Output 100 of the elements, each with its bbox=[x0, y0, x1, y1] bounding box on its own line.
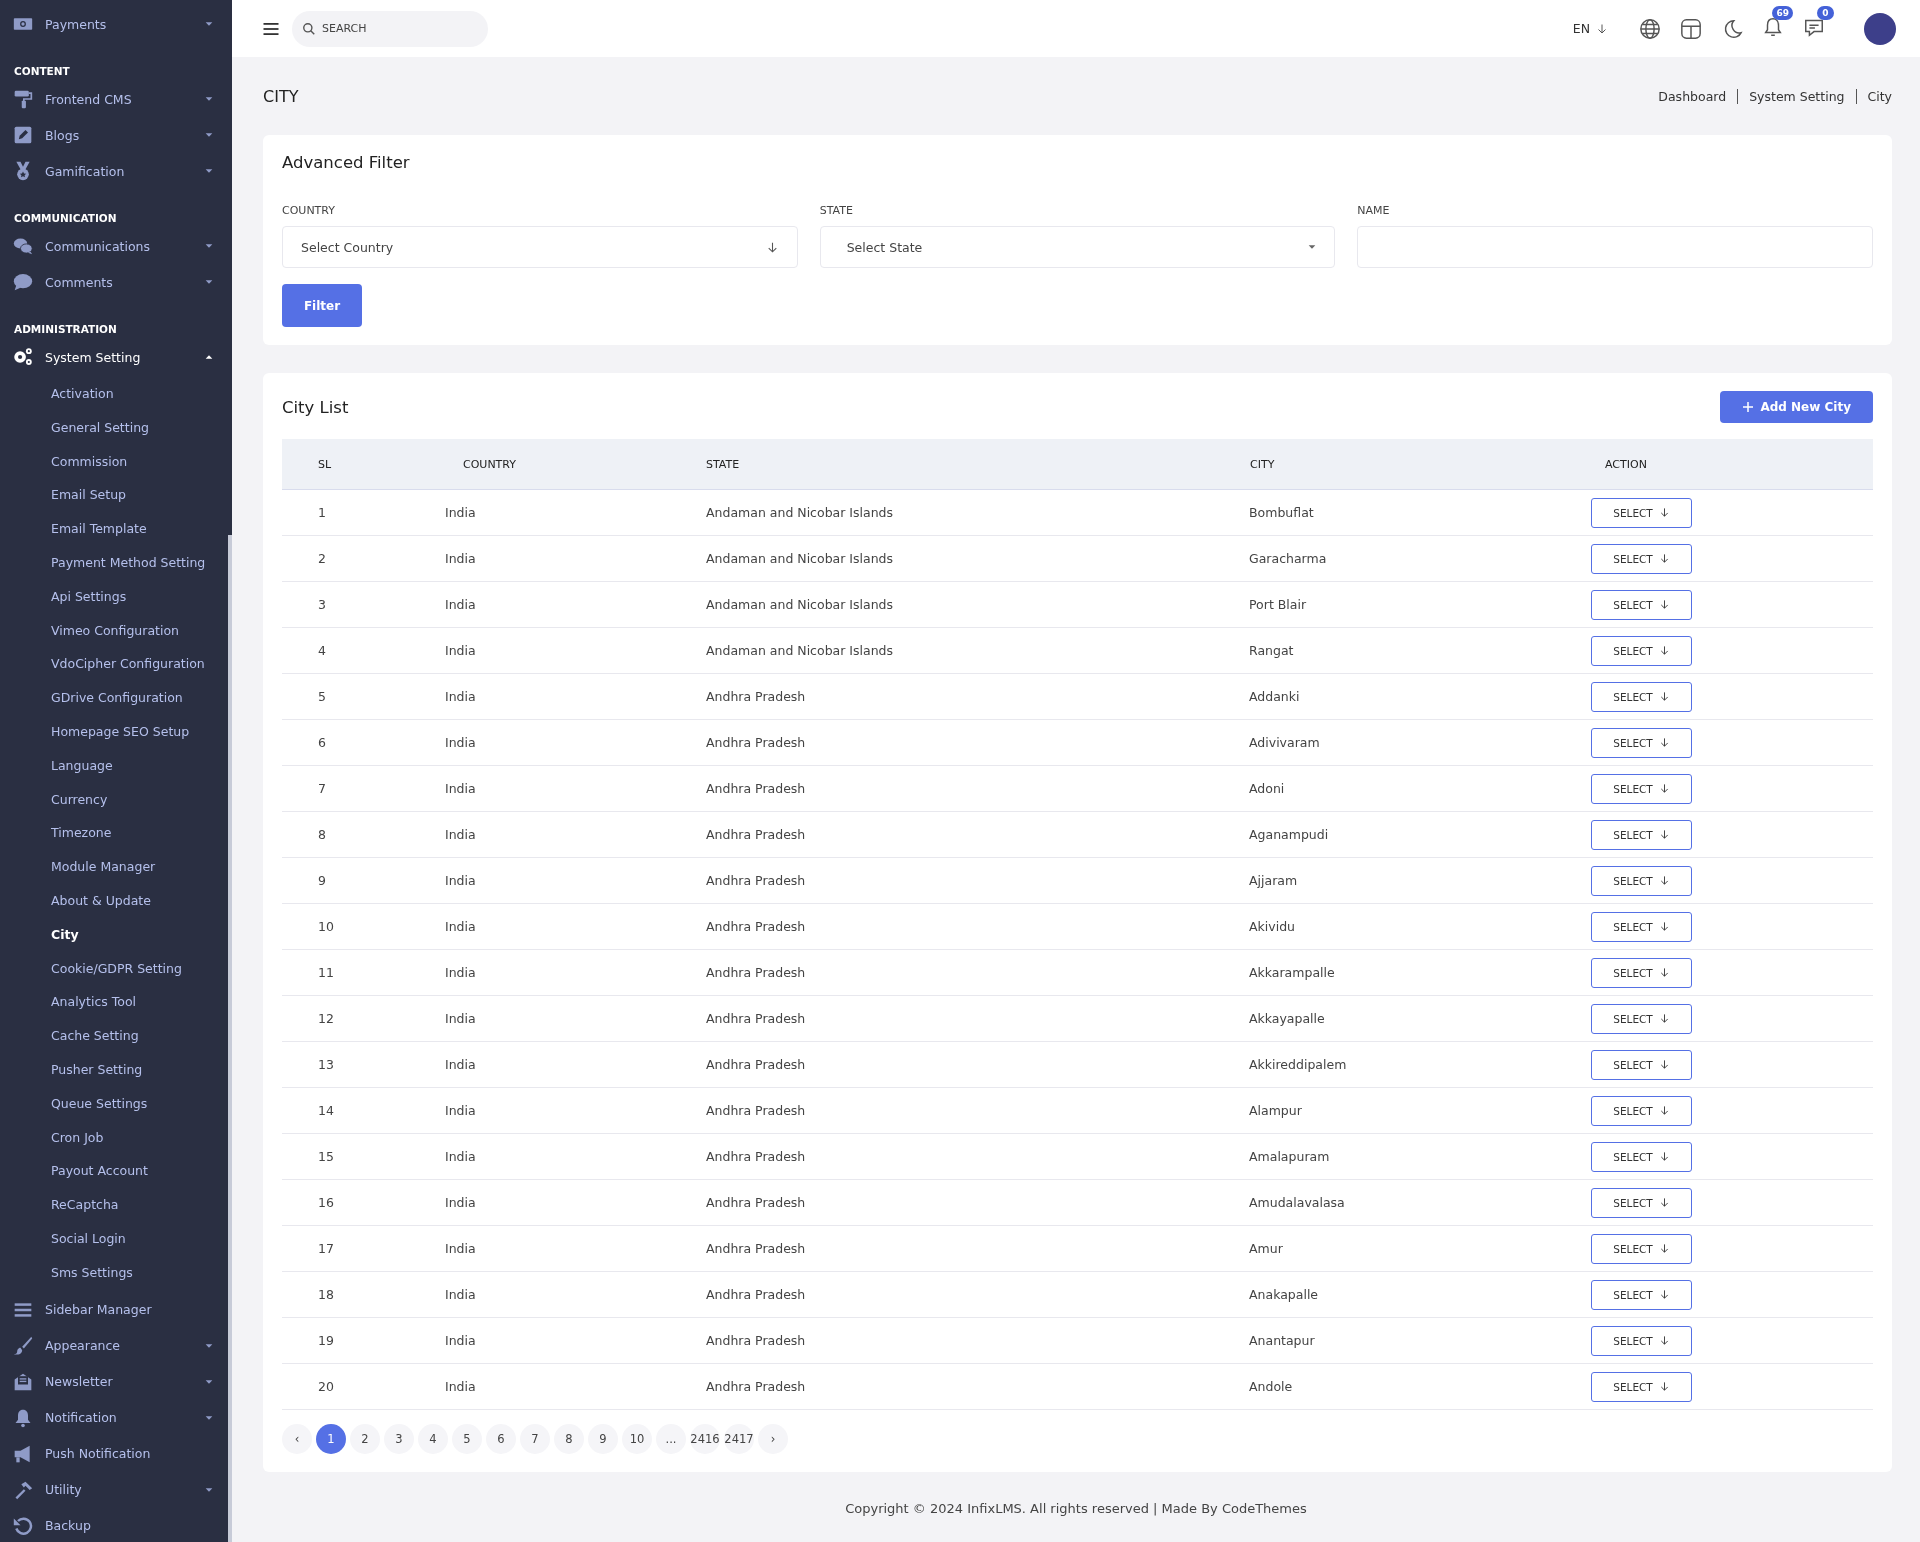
table-cell: 3 bbox=[282, 581, 445, 628]
breadcrumb-link[interactable]: Dashboard bbox=[1647, 88, 1738, 104]
next-page-button[interactable]: › bbox=[758, 1424, 788, 1454]
language-selector[interactable]: EN bbox=[1572, 21, 1608, 36]
select-button[interactable]: SELECT bbox=[1591, 1003, 1692, 1034]
avatar[interactable] bbox=[1864, 12, 1896, 45]
select-button[interactable]: SELECT bbox=[1591, 589, 1692, 620]
scrollbar-thumb[interactable] bbox=[228, 535, 232, 1542]
table-cell: Adoni bbox=[1249, 765, 1591, 812]
search-icon bbox=[302, 21, 316, 36]
select-button[interactable]: SELECT bbox=[1591, 865, 1692, 896]
submenu-item[interactable]: Pusher Setting bbox=[0, 1052, 232, 1087]
search-field[interactable]: SEARCH bbox=[292, 10, 488, 47]
select-button[interactable]: SELECT bbox=[1591, 773, 1692, 804]
bell-icon[interactable] bbox=[1762, 15, 1784, 38]
submenu-item[interactable]: Homepage SEO Setup bbox=[0, 714, 232, 749]
sidebar-item[interactable]: Appearance bbox=[0, 1327, 232, 1364]
select-button[interactable]: SELECT bbox=[1591, 681, 1692, 712]
select-button[interactable]: SELECT bbox=[1591, 1233, 1692, 1264]
submenu-item[interactable]: VdoCipher Configuration bbox=[0, 647, 232, 682]
field-label: COUNTRY bbox=[282, 204, 336, 217]
section-heading: ADMINISTRATION bbox=[13, 322, 118, 337]
sidebar-item[interactable]: Utility bbox=[0, 1471, 232, 1508]
page-button[interactable]: 8 bbox=[554, 1424, 584, 1454]
sidebar-item[interactable]: Newsletter bbox=[0, 1363, 232, 1400]
page-button[interactable]: 1 bbox=[316, 1424, 346, 1454]
select-button[interactable]: SELECT bbox=[1591, 1187, 1692, 1218]
select-button[interactable]: SELECT bbox=[1591, 1325, 1692, 1356]
table-cell: Andole bbox=[1249, 1363, 1591, 1410]
submenu-item[interactable]: Analytics Tool bbox=[0, 985, 232, 1020]
submenu-item[interactable]: Commission bbox=[0, 444, 232, 479]
select-button[interactable]: SELECT bbox=[1591, 1371, 1692, 1402]
table-cell: Andhra Pradesh bbox=[706, 995, 1249, 1042]
submenu-item[interactable]: General Setting bbox=[0, 410, 232, 445]
globe-icon[interactable] bbox=[1639, 17, 1661, 40]
submenu-item[interactable]: Api Settings bbox=[0, 579, 232, 614]
submenu-item[interactable]: Email Template bbox=[0, 512, 232, 546]
submenu-item[interactable]: Cookie/GDPR Setting bbox=[0, 951, 232, 986]
sidebar-item[interactable]: Sidebar Manager bbox=[0, 1291, 232, 1328]
previous-page-button[interactable]: ‹ bbox=[282, 1424, 312, 1454]
page-button[interactable]: 2417 bbox=[724, 1424, 754, 1454]
sidebar-item[interactable]: Push Notification bbox=[0, 1435, 232, 1472]
breadcrumb-link[interactable]: System Setting bbox=[1737, 88, 1856, 104]
select-button[interactable]: SELECT bbox=[1591, 635, 1692, 666]
sidebar-item[interactable]: Notification bbox=[0, 1399, 232, 1436]
submenu-item[interactable]: GDrive Configuration bbox=[0, 681, 232, 715]
page-button[interactable]: ... bbox=[656, 1424, 686, 1454]
page-button[interactable]: 4 bbox=[418, 1424, 448, 1454]
submenu-item[interactable]: Currency bbox=[0, 782, 232, 817]
table-cell: India bbox=[445, 811, 706, 858]
sidebar-item[interactable]: Gamification bbox=[0, 153, 232, 189]
page-button[interactable]: 3 bbox=[384, 1424, 414, 1454]
submenu-item[interactable]: Sms Settings bbox=[0, 1255, 232, 1290]
select-button[interactable]: SELECT bbox=[1591, 819, 1692, 850]
submenu-item[interactable]: Timezone bbox=[0, 816, 232, 851]
layout-icon[interactable] bbox=[1680, 17, 1702, 40]
submenu-item[interactable]: Activation bbox=[0, 377, 232, 411]
select-button[interactable]: SELECT bbox=[1591, 1279, 1692, 1310]
submenu-item[interactable]: Module Manager bbox=[0, 850, 232, 884]
select-button[interactable]: SELECT bbox=[1591, 1141, 1692, 1172]
table-cell: Andhra Pradesh bbox=[706, 903, 1249, 950]
filter-button[interactable]: Filter bbox=[282, 284, 362, 327]
sidebar-item[interactable]: Blogs bbox=[0, 117, 232, 153]
page-button[interactable]: 7 bbox=[520, 1424, 550, 1454]
state-dropdown[interactable]: Select State bbox=[819, 226, 1336, 268]
page-button[interactable]: 2 bbox=[350, 1424, 380, 1454]
select-button[interactable]: SELECT bbox=[1591, 1095, 1692, 1126]
submenu-item[interactable]: Payment Method Setting bbox=[0, 546, 232, 580]
submenu-item[interactable]: Payout Account bbox=[0, 1154, 232, 1189]
submenu-item[interactable]: Email Setup bbox=[0, 478, 232, 513]
sidebar-item[interactable]: Frontend CMS bbox=[0, 81, 232, 117]
select-button[interactable]: SELECT bbox=[1591, 543, 1692, 574]
select-button[interactable]: SELECT bbox=[1591, 727, 1692, 758]
select-button[interactable]: SELECT bbox=[1591, 911, 1692, 942]
sidebar-item[interactable]: System Setting bbox=[0, 339, 232, 375]
submenu-item[interactable]: About & Update bbox=[0, 883, 232, 918]
submenu-item[interactable]: Social Login bbox=[0, 1221, 232, 1256]
submenu-item[interactable]: Cache Setting bbox=[0, 1019, 232, 1053]
sidebar-item[interactable]: Payments bbox=[0, 6, 232, 42]
table-cell: India bbox=[445, 1271, 706, 1318]
page-button[interactable]: 6 bbox=[486, 1424, 516, 1454]
sidebar-item[interactable]: Communications bbox=[0, 228, 232, 264]
submenu-item[interactable]: Language bbox=[0, 748, 232, 783]
breadcrumb-link[interactable]: City bbox=[1855, 88, 1892, 104]
select-button[interactable]: SELECT bbox=[1591, 1049, 1692, 1080]
select-button[interactable]: SELECT bbox=[1591, 497, 1692, 528]
add-new-city-button[interactable]: Add New City bbox=[1720, 391, 1873, 423]
page-button[interactable]: 9 bbox=[588, 1424, 618, 1454]
select-button[interactable]: SELECT bbox=[1591, 957, 1692, 988]
submenu-item[interactable]: ReCaptcha bbox=[0, 1188, 232, 1222]
sidebar-item[interactable]: Backup bbox=[0, 1507, 232, 1542]
page-button[interactable]: 2416 bbox=[690, 1424, 720, 1454]
page-button[interactable]: 5 bbox=[452, 1424, 482, 1454]
submenu-item[interactable]: Cron Job bbox=[0, 1120, 232, 1155]
page-button[interactable]: 10 bbox=[622, 1424, 652, 1454]
submenu-item[interactable]: City bbox=[0, 917, 232, 952]
submenu-item[interactable]: Vimeo Configuration bbox=[0, 613, 232, 648]
country-dropdown[interactable]: Select Country bbox=[282, 226, 798, 268]
submenu-item[interactable]: Queue Settings bbox=[0, 1086, 232, 1121]
sidebar-item[interactable]: Comments bbox=[0, 264, 232, 300]
